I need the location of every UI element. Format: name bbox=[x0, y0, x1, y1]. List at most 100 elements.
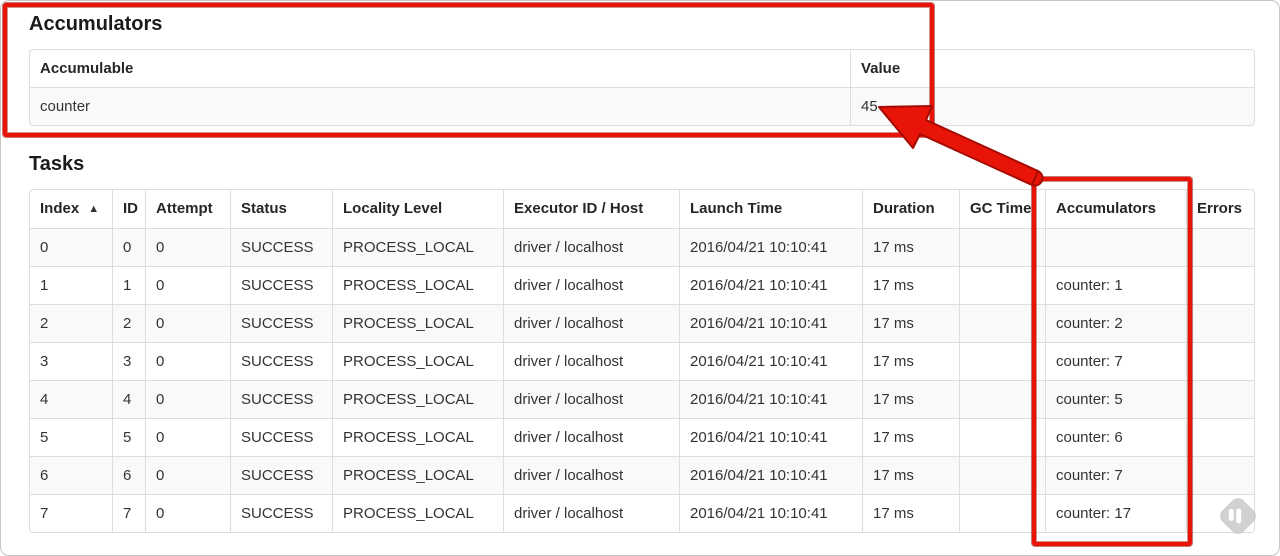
task-accumulators-cell bbox=[1045, 228, 1186, 266]
task-attempt-cell: 0 bbox=[145, 418, 230, 456]
task-attempt-cell: 0 bbox=[145, 380, 230, 418]
tasks-column-header[interactable]: Duration bbox=[862, 190, 959, 228]
task-accumulators-cell: counter: 7 bbox=[1045, 456, 1186, 494]
accumulator-row: counter 45 bbox=[30, 87, 1254, 125]
task-row: 7 7 0 SUCCESS PROCESS_LOCAL driver / loc… bbox=[30, 494, 1254, 532]
task-launch-time-cell: 2016/04/21 10:10:41 bbox=[679, 456, 862, 494]
task-id-cell: 3 bbox=[112, 342, 145, 380]
task-id-cell: 2 bbox=[112, 304, 145, 342]
task-status-cell: SUCCESS bbox=[230, 418, 332, 456]
task-duration-cell: 17 ms bbox=[862, 494, 959, 532]
task-accumulators-cell: counter: 6 bbox=[1045, 418, 1186, 456]
task-id-cell: 7 bbox=[112, 494, 145, 532]
task-gc-time-cell bbox=[959, 380, 1045, 418]
tasks-column-header[interactable]: Status bbox=[230, 190, 332, 228]
tasks-column-header[interactable]: Errors bbox=[1186, 190, 1254, 228]
task-attempt-cell: 0 bbox=[145, 456, 230, 494]
task-gc-time-cell bbox=[959, 228, 1045, 266]
task-id-cell: 1 bbox=[112, 266, 145, 304]
task-status-cell: SUCCESS bbox=[230, 266, 332, 304]
task-errors-cell bbox=[1186, 342, 1254, 380]
task-accumulators-cell: counter: 1 bbox=[1045, 266, 1186, 304]
task-index-cell: 6 bbox=[30, 456, 112, 494]
tasks-column-header[interactable]: ID bbox=[112, 190, 145, 228]
task-status-cell: SUCCESS bbox=[230, 456, 332, 494]
tasks-column-header[interactable]: Locality Level bbox=[332, 190, 503, 228]
task-gc-time-cell bbox=[959, 494, 1045, 532]
task-attempt-cell: 0 bbox=[145, 494, 230, 532]
task-errors-cell bbox=[1186, 380, 1254, 418]
column-label: GC Time bbox=[970, 200, 1032, 217]
tasks-header-row: Index ▲ ID Attempt Status Locality Level Execu… bbox=[30, 190, 1254, 228]
task-locality-cell: PROCESS_LOCAL bbox=[332, 342, 503, 380]
task-index-cell: 7 bbox=[30, 494, 112, 532]
accumulators-heading: Accumulators bbox=[29, 13, 163, 35]
tasks-column-header[interactable]: Executor ID / Host bbox=[503, 190, 679, 228]
task-executor-cell: driver / localhost bbox=[503, 228, 679, 266]
task-id-cell: 6 bbox=[112, 456, 145, 494]
task-errors-cell bbox=[1186, 266, 1254, 304]
task-index-cell: 3 bbox=[30, 342, 112, 380]
accumulable-name-cell: counter bbox=[30, 87, 850, 125]
task-executor-cell: driver / localhost bbox=[503, 342, 679, 380]
column-label: ID bbox=[123, 200, 138, 217]
tasks-table: Index ▲ ID Attempt Status Locality Level Execu… bbox=[29, 189, 1255, 533]
task-attempt-cell: 0 bbox=[145, 266, 230, 304]
task-id-cell: 5 bbox=[112, 418, 145, 456]
accumulators-table: Accumulable Value counter 45 bbox=[29, 49, 1255, 126]
task-launch-time-cell: 2016/04/21 10:10:41 bbox=[679, 266, 862, 304]
task-launch-time-cell: 2016/04/21 10:10:41 bbox=[679, 304, 862, 342]
task-executor-cell: driver / localhost bbox=[503, 418, 679, 456]
task-row: 2 2 0 SUCCESS PROCESS_LOCAL driver / loc… bbox=[30, 304, 1254, 342]
task-errors-cell bbox=[1186, 228, 1254, 266]
value-column-header: Value bbox=[850, 50, 1254, 87]
task-row: 0 0 0 SUCCESS PROCESS_LOCAL driver / loc… bbox=[30, 228, 1254, 266]
task-gc-time-cell bbox=[959, 304, 1045, 342]
spark-stage-page: Accumulators Accumulable Value counter 4… bbox=[0, 0, 1280, 556]
task-row: 1 1 0 SUCCESS PROCESS_LOCAL driver / loc… bbox=[30, 266, 1254, 304]
task-accumulators-cell: counter: 7 bbox=[1045, 342, 1186, 380]
task-accumulators-cell: counter: 17 bbox=[1045, 494, 1186, 532]
task-duration-cell: 17 ms bbox=[862, 228, 959, 266]
task-index-cell: 5 bbox=[30, 418, 112, 456]
task-launch-time-cell: 2016/04/21 10:10:41 bbox=[679, 342, 862, 380]
task-launch-time-cell: 2016/04/21 10:10:41 bbox=[679, 418, 862, 456]
accumulable-value-cell: 45 bbox=[850, 87, 1254, 125]
task-errors-cell bbox=[1186, 304, 1254, 342]
task-executor-cell: driver / localhost bbox=[503, 304, 679, 342]
task-index-cell: 4 bbox=[30, 380, 112, 418]
task-index-cell: 0 bbox=[30, 228, 112, 266]
tasks-column-header[interactable]: Index ▲ bbox=[30, 190, 112, 228]
task-executor-cell: driver / localhost bbox=[503, 380, 679, 418]
tasks-column-header[interactable]: Accumulators bbox=[1045, 190, 1186, 228]
task-errors-cell bbox=[1186, 456, 1254, 494]
task-locality-cell: PROCESS_LOCAL bbox=[332, 494, 503, 532]
tasks-column-header[interactable]: Launch Time bbox=[679, 190, 862, 228]
column-label: Index bbox=[40, 200, 80, 217]
tasks-column-header[interactable]: Attempt bbox=[145, 190, 230, 228]
column-label: Errors bbox=[1197, 200, 1243, 217]
task-status-cell: SUCCESS bbox=[230, 228, 332, 266]
task-locality-cell: PROCESS_LOCAL bbox=[332, 266, 503, 304]
column-label: Duration bbox=[873, 200, 935, 217]
task-duration-cell: 17 ms bbox=[862, 456, 959, 494]
task-locality-cell: PROCESS_LOCAL bbox=[332, 380, 503, 418]
task-status-cell: SUCCESS bbox=[230, 304, 332, 342]
task-gc-time-cell bbox=[959, 418, 1045, 456]
column-label: Launch Time bbox=[690, 200, 783, 217]
tasks-column-header[interactable]: GC Time bbox=[959, 190, 1045, 228]
accumulators-header-row: Accumulable Value bbox=[30, 50, 1254, 87]
task-id-cell: 4 bbox=[112, 380, 145, 418]
task-gc-time-cell bbox=[959, 266, 1045, 304]
task-launch-time-cell: 2016/04/21 10:10:41 bbox=[679, 494, 862, 532]
task-accumulators-cell: counter: 5 bbox=[1045, 380, 1186, 418]
task-duration-cell: 17 ms bbox=[862, 418, 959, 456]
page-content: Accumulators Accumulable Value counter 4… bbox=[1, 1, 1279, 545]
task-locality-cell: PROCESS_LOCAL bbox=[332, 304, 503, 342]
accumulable-column-header: Accumulable bbox=[40, 60, 134, 77]
task-executor-cell: driver / localhost bbox=[503, 266, 679, 304]
task-accumulators-cell: counter: 2 bbox=[1045, 304, 1186, 342]
task-gc-time-cell bbox=[959, 456, 1045, 494]
column-label: Status bbox=[241, 200, 287, 217]
task-errors-cell bbox=[1186, 418, 1254, 456]
